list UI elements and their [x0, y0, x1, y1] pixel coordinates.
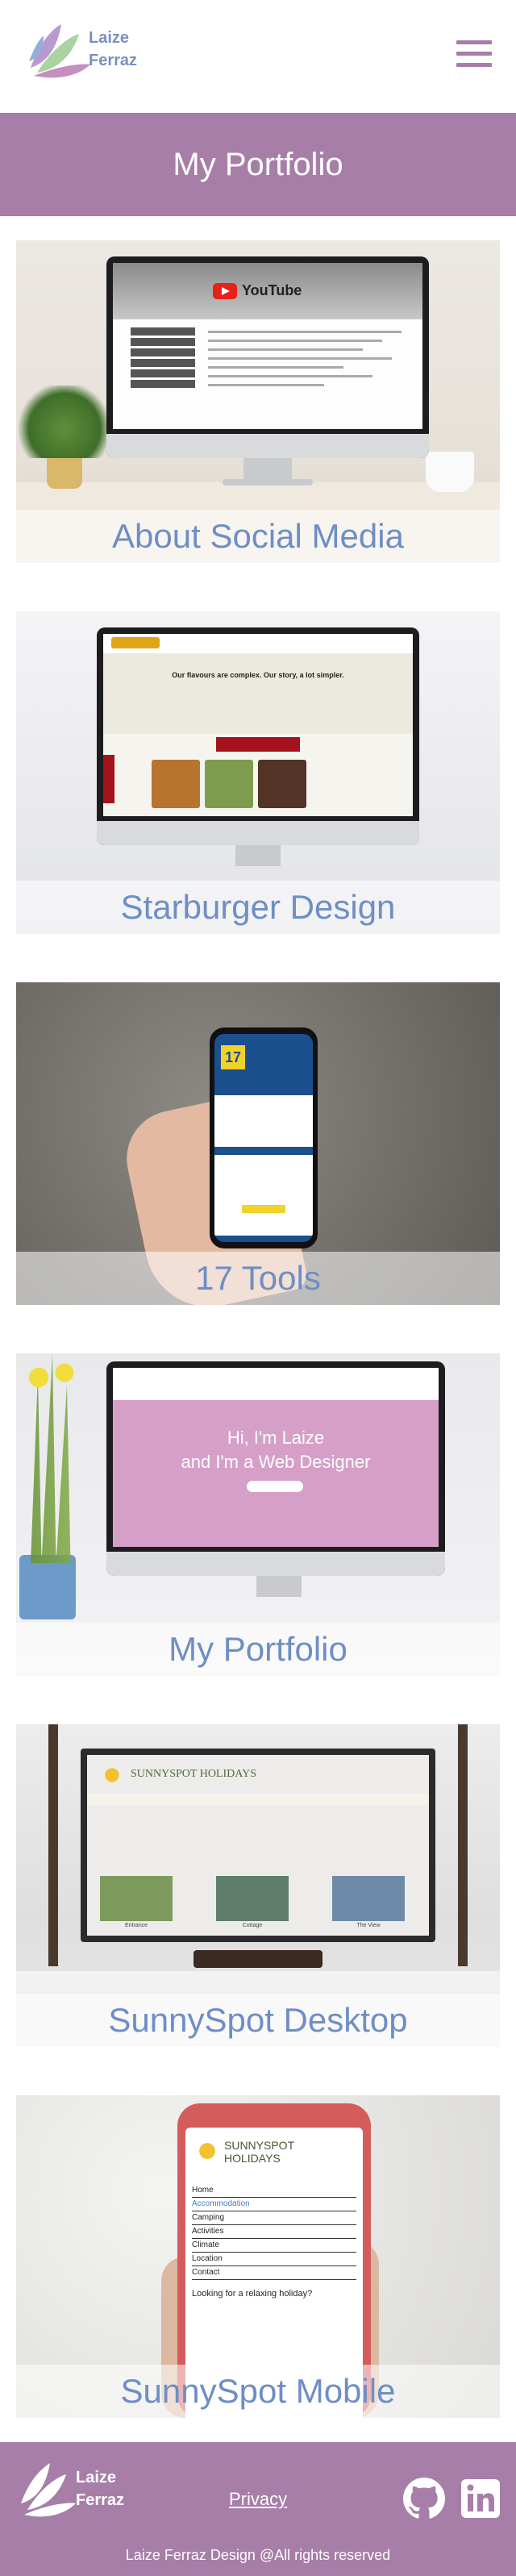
copyright-text: Laize Ferraz Design @All rights reserved [125, 2547, 391, 2563]
screen-brand: SUNNYSPOT HOLIDAYS [224, 2139, 294, 2165]
screen-menu-item: Activities [192, 2225, 356, 2239]
page-banner: My Portfolio [0, 113, 516, 216]
portfolio-card-starburger[interactable]: Our flavours are complex. Our story, a l… [16, 611, 500, 934]
card-caption: My Portfolio [16, 1623, 500, 1676]
portfolio-card-sunnyspot-mobile[interactable]: SUNNYSPOT HOLIDAYS Home Accommodation Ca… [16, 2095, 500, 2418]
logo-line1: Laize [89, 29, 130, 47]
page-title: My Portfolio [173, 146, 343, 182]
card-caption: SunnySpot Desktop [16, 1994, 500, 2047]
screen-hero-line1: Hi, I'm Laize [227, 1428, 325, 1448]
screen-menu-item: Location [192, 2253, 356, 2266]
screen-hero-line2: and I'm a Web Designer [181, 1452, 371, 1472]
privacy-link[interactable]: Privacy [229, 2489, 287, 2510]
footer-logo-text: Laize Ferraz [76, 2466, 124, 2511]
card-caption: 17 Tools [16, 1252, 500, 1305]
portfolio-card-17-tools[interactable]: 17 17 Tools [16, 982, 500, 1305]
linkedin-icon[interactable] [460, 2478, 501, 2520]
card-caption: About Social Media [16, 510, 500, 563]
screen-menu-item: Climate [192, 2239, 356, 2253]
logo-text: Laize Ferraz [89, 27, 137, 72]
screen-heading: Our flavours are complex. Our story, a l… [172, 671, 344, 679]
screen-menu-item: Accommodation [192, 2198, 356, 2211]
footer-logo[interactable]: Laize Ferraz [18, 2458, 124, 2520]
footer-logo-leaf-icon [21, 2463, 76, 2517]
logo-leaf-icon [29, 24, 90, 78]
footer-logo-line2: Ferraz [76, 2491, 125, 2509]
portfolio-card-my-portfolio[interactable]: Hi, I'm Laize and I'm a Web Designer My … [16, 1353, 500, 1676]
portfolio-card-sunnyspot-desktop[interactable]: SUNNYSPOT HOLIDAYS Entrance Cottage The … [16, 1724, 500, 2047]
screen-brand: 17 [221, 1045, 245, 1069]
screen-menu-item: Contact [192, 2266, 356, 2280]
hamburger-icon[interactable] [456, 40, 492, 73]
thumb-caption-1: Entrance [124, 1923, 148, 1928]
portfolio-card-social-media[interactable]: YouTube About Social Media [16, 240, 500, 563]
card-caption: SunnySpot Mobile [16, 2365, 500, 2418]
screen-brand: YouTube [242, 282, 302, 298]
screen-menu-item: Camping [192, 2211, 356, 2225]
site-header: Laize Ferraz [0, 0, 516, 113]
screen-menu-item: Home [192, 2184, 356, 2198]
thumb-caption-3: The View [356, 1923, 381, 1928]
footer-logo-line1: Laize [76, 2469, 117, 2486]
site-footer: Laize Ferraz Privacy Laize Ferraz Design… [0, 2442, 516, 2576]
screen-question: Looking for a relaxing holiday? [192, 2289, 313, 2299]
screen-brand: SUNNYSPOT HOLIDAYS [131, 1768, 256, 1780]
thumb-caption-2: Cottage [242, 1923, 263, 1928]
logo-line2: Ferraz [89, 52, 138, 69]
github-icon[interactable] [403, 2478, 445, 2520]
card-caption: Starburger Design [16, 881, 500, 934]
site-logo[interactable]: Laize Ferraz [26, 19, 137, 79]
